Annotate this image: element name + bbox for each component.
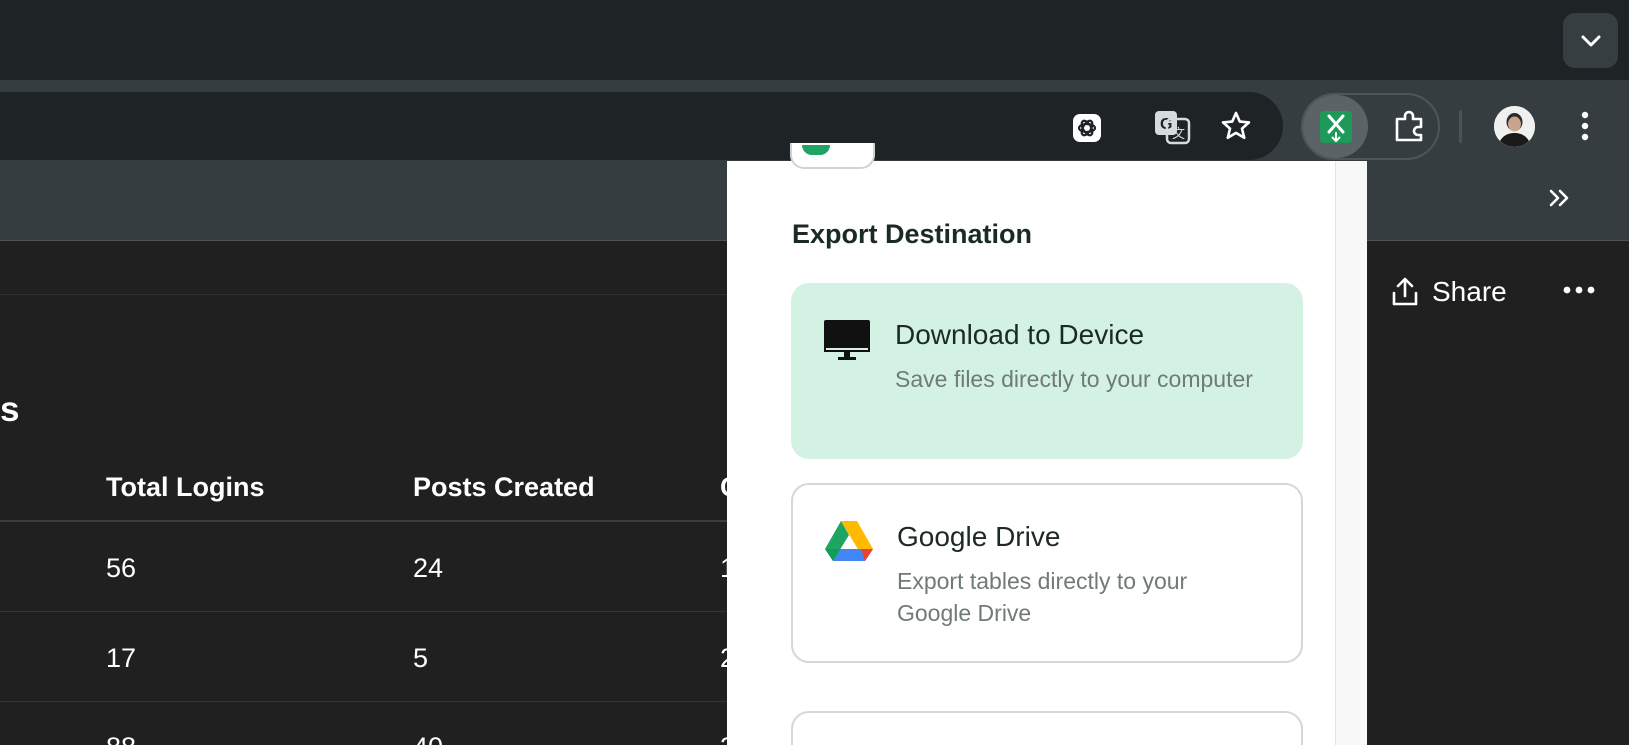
double-chevron-right-icon	[1549, 189, 1569, 207]
more-horizontal-icon	[1563, 286, 1595, 294]
google-drive-option[interactable]: Google Drive Export tables directly to y…	[791, 483, 1303, 663]
toggle-knob	[802, 145, 830, 155]
tab-strip	[0, 0, 1629, 80]
download-to-device-option[interactable]: Download to Device Save files directly t…	[791, 283, 1303, 459]
profile-avatar[interactable]	[1494, 106, 1535, 147]
more-options-button[interactable]	[1563, 282, 1595, 300]
table-cell: 56	[106, 553, 137, 583]
table-cell: 24	[413, 553, 444, 583]
table-cell: 17	[106, 643, 137, 673]
section-title: Export Destination	[792, 219, 1033, 249]
chevron-down-icon	[1581, 35, 1600, 46]
share-icon	[1392, 277, 1418, 306]
table-cell: 5	[413, 643, 429, 673]
column-header-posts-created[interactable]: Posts Created	[413, 472, 595, 503]
bookmarks-overflow-button[interactable]	[1548, 188, 1572, 213]
screen: G 文 Share s Total Logins Posts Created 5…	[0, 0, 1629, 745]
panel-scrollbar[interactable]	[1335, 161, 1367, 745]
export-option-card[interactable]	[791, 711, 1303, 745]
tab-search-button[interactable]	[1563, 13, 1618, 68]
table-header-divider	[0, 520, 728, 522]
share-label: Share	[1432, 276, 1507, 307]
kebab-menu-icon[interactable]	[1577, 109, 1593, 143]
option-title: Google Drive	[897, 521, 1061, 552]
monitor-icon	[823, 319, 871, 366]
share-button[interactable]: Share	[1390, 276, 1507, 308]
google-translate-icon[interactable]: G 文	[1152, 108, 1192, 146]
bookmark-star-icon[interactable]	[1218, 108, 1254, 144]
option-description: Export tables directly to your Google Dr…	[897, 568, 1188, 626]
column-header-total-logins[interactable]: Total Logins	[106, 472, 264, 503]
table-cell: 40	[413, 732, 443, 745]
table-export-extension-icon[interactable]	[1303, 95, 1368, 158]
table-row-divider	[0, 611, 728, 612]
option-description: Save files directly to your computer	[895, 366, 1253, 392]
table-cell: 88	[106, 732, 136, 745]
page-heading: s	[0, 390, 20, 429]
svg-text:文: 文	[1172, 126, 1185, 141]
option-title: Download to Device	[895, 319, 1145, 350]
divider	[0, 294, 728, 295]
toggle-switch[interactable]	[790, 143, 875, 169]
table-row-divider	[0, 701, 728, 702]
google-drive-icon	[825, 519, 873, 568]
extensions-puzzle-icon[interactable]	[1390, 107, 1430, 145]
openai-extension-icon[interactable]	[1071, 112, 1103, 144]
toolbar-separator	[1459, 110, 1462, 143]
